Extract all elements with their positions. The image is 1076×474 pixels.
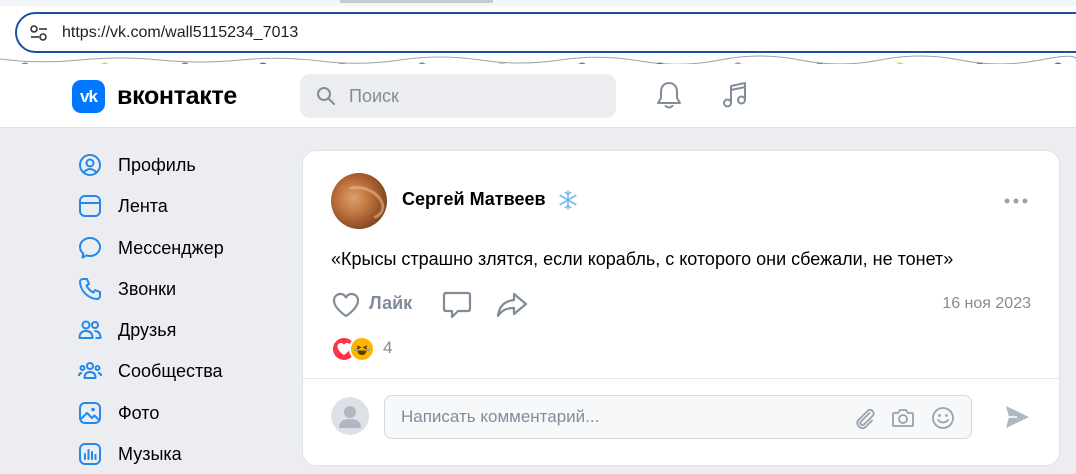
nav-item-label: Фото (118, 403, 160, 423)
current-user-avatar[interactable] (331, 397, 369, 435)
music-icon[interactable] (718, 78, 752, 112)
photo-icon (79, 402, 101, 424)
post-text: «Крысы страшно злятся, если корабль, с к… (331, 249, 954, 269)
author-avatar[interactable] (331, 173, 387, 229)
friends-icon (78, 320, 102, 339)
bell-icon[interactable] (652, 78, 686, 112)
nav-item-calls[interactable]: Звонки (70, 271, 285, 305)
nav-item-friends[interactable]: Друзья (70, 312, 285, 346)
profile-icon (79, 154, 101, 176)
emoji-icon[interactable] (931, 406, 955, 430)
nav-item-profile[interactable]: Профиль (70, 147, 285, 181)
nav-item-label: Сообщества (118, 361, 223, 381)
site-header: vk вконтакте Поиск (0, 64, 1076, 128)
share-icon[interactable] (495, 289, 529, 321)
site-settings-icon[interactable] (29, 24, 49, 42)
address-bar[interactable]: https://vk.com/wall5115234_7013 (15, 12, 1076, 53)
search-input[interactable]: Поиск (300, 74, 616, 118)
nav-item-feed[interactable]: Лента (70, 188, 285, 222)
nav-item-label: Друзья (118, 320, 177, 340)
nav-item-label: Мессенджер (118, 238, 224, 258)
messenger-icon (79, 237, 101, 259)
search-placeholder: Поиск (349, 86, 399, 106)
post-author[interactable]: Сергей Матвеев (402, 189, 546, 210)
search-icon (317, 87, 335, 105)
nav-item-label: Музыка (118, 444, 182, 464)
feed-icon (79, 195, 101, 217)
laugh-reaction-icon (349, 336, 375, 362)
like-label: Лайк (369, 293, 413, 313)
attach-icon[interactable] (853, 406, 877, 430)
phone-icon (79, 278, 101, 300)
nav-item-label: Лента (118, 196, 168, 216)
comment-placeholder: Написать комментарий... (401, 407, 600, 426)
comment-input[interactable]: Написать комментарий... (384, 395, 972, 439)
music-icon (79, 443, 101, 465)
post-date[interactable]: 16 ноя 2023 (942, 295, 1031, 313)
vk-logo[interactable]: vk вконтакте (72, 79, 237, 113)
send-icon[interactable] (1003, 403, 1031, 431)
like-button[interactable]: Лайк (331, 289, 421, 321)
active-tab-edge[interactable] (340, 0, 493, 3)
vk-logo-icon: vk (72, 79, 105, 113)
communities-icon (78, 362, 102, 379)
wall-post: Сергей Матвеев «Крысы страшно злятся, ес… (302, 150, 1060, 466)
reactions-count: 4 (383, 338, 393, 357)
tab-strip (0, 0, 1076, 6)
logo-text: вконтакте (117, 81, 238, 110)
nav-item-music[interactable]: Музыка (70, 436, 285, 470)
divider (303, 378, 1059, 379)
nav-item-photo[interactable]: Фото (70, 395, 285, 429)
snowflake-status-icon (559, 190, 577, 210)
heart-icon (332, 292, 360, 318)
nav-item-label: Звонки (118, 279, 177, 299)
nav-item-messenger[interactable]: Мессенджер (70, 230, 285, 264)
comment-icon[interactable] (441, 289, 473, 321)
url-text[interactable]: https://vk.com/wall5115234_7013 (62, 24, 298, 42)
nav-item-label: Профиль (118, 155, 196, 175)
nav-item-communities[interactable]: Сообщества (70, 353, 285, 387)
camera-icon[interactable] (891, 406, 915, 430)
user-placeholder-icon (339, 406, 361, 428)
more-options-icon[interactable] (1003, 196, 1029, 206)
